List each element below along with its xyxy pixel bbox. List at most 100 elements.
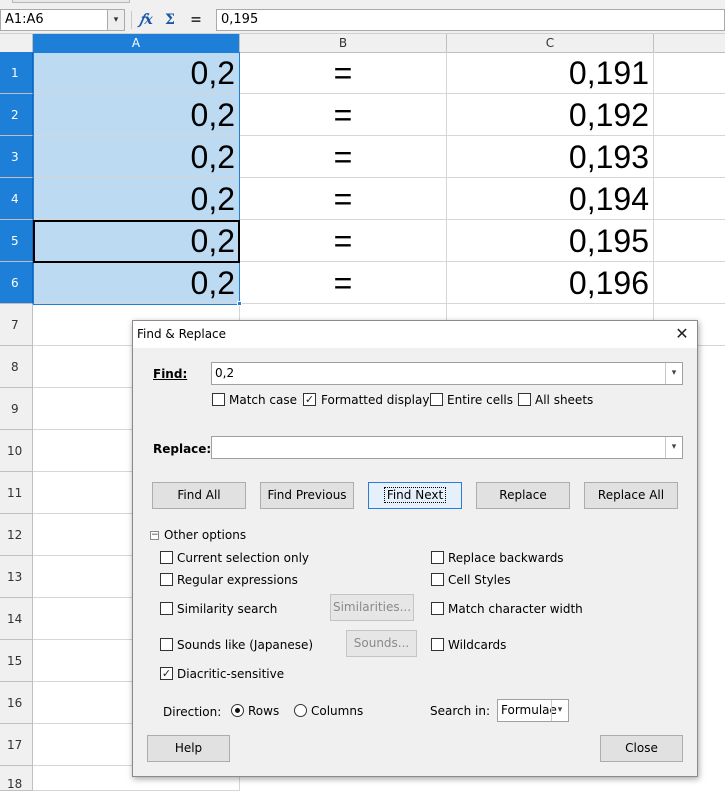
find-next-button[interactable]: Find Next [368, 482, 462, 509]
row-header[interactable]: 11 [0, 472, 33, 514]
replace-backwards-checkbox[interactable] [431, 551, 444, 564]
current-selection-only-checkbox[interactable] [160, 551, 173, 564]
row-header[interactable]: 17 [0, 724, 33, 766]
row-header[interactable]: 16 [0, 682, 33, 724]
row-header[interactable]: 1 [0, 52, 33, 94]
replace-button[interactable]: Replace [476, 482, 570, 509]
match-case-checkbox[interactable] [212, 393, 225, 406]
row-header[interactable]: 18 [0, 766, 33, 791]
other-options-label[interactable]: Other options [164, 527, 246, 543]
replace-input[interactable]: ▾ [211, 436, 683, 459]
dialog-title: Find & Replace [133, 321, 697, 348]
formula-equals-icon[interactable]: = [186, 10, 206, 30]
row-header[interactable]: 6 [0, 262, 33, 304]
cell-c3[interactable]: 0,193 [447, 136, 654, 178]
cell-d4[interactable] [654, 178, 725, 220]
diacritic-sensitive-checkbox[interactable]: ✓ [160, 667, 173, 680]
cell-d1[interactable] [654, 52, 725, 94]
regular-expressions-checkbox[interactable] [160, 573, 173, 586]
similarities-button[interactable]: Similarities... [330, 594, 414, 621]
sounds-button[interactable]: Sounds... [346, 630, 417, 657]
close-button[interactable]: Close [600, 735, 683, 762]
close-icon[interactable]: ✕ [673, 325, 691, 343]
cell-c2[interactable]: 0,192 [447, 94, 654, 136]
cell-d2[interactable] [654, 94, 725, 136]
sum-icon[interactable]: Σ [160, 10, 180, 30]
cell-a6[interactable]: 0,2 [33, 262, 240, 304]
column-header-c[interactable]: C [447, 34, 654, 53]
diacritic-sensitive-label: Diacritic-sensitive [177, 667, 285, 681]
column-header-a[interactable]: A [33, 34, 240, 53]
replace-backwards-label: Replace backwards [448, 551, 564, 565]
cell-styles-checkbox[interactable] [431, 573, 444, 586]
toolbar-edge-button[interactable] [12, 0, 130, 3]
cell-a2[interactable]: 0,2 [33, 94, 240, 136]
row-header[interactable]: 12 [0, 514, 33, 556]
current-selection-only-label: Current selection only [177, 551, 310, 565]
entire-cells-checkbox[interactable] [430, 393, 443, 406]
cell-a1[interactable]: 0,2 [33, 52, 240, 94]
find-all-button[interactable]: Find All [152, 482, 246, 509]
cell-d3[interactable] [654, 136, 725, 178]
sounds-like-label: Sounds like (Japanese) [177, 638, 314, 652]
find-previous-button[interactable]: Find Previous [260, 482, 354, 509]
find-next-label: Find Next [383, 487, 447, 503]
cell-d5[interactable] [654, 220, 725, 262]
all-sheets-checkbox[interactable] [518, 393, 531, 406]
similarity-search-checkbox[interactable] [160, 602, 173, 615]
match-character-width-checkbox[interactable] [431, 602, 444, 615]
cell-styles-label: Cell Styles [448, 573, 511, 587]
cell-b3[interactable]: = [240, 136, 447, 178]
column-header-d[interactable] [654, 34, 725, 53]
entire-cells-label: Entire cells [447, 393, 513, 407]
cell-b4[interactable]: = [240, 178, 447, 220]
cell-c1[interactable]: 0,191 [447, 52, 654, 94]
function-wizard-icon[interactable]: 𝑓x [136, 10, 156, 30]
cell-a5[interactable]: 0,2 [33, 220, 240, 262]
row-header[interactable]: 4 [0, 178, 33, 220]
cell-c5[interactable]: 0,195 [447, 220, 654, 262]
autofill-handle[interactable] [237, 301, 242, 306]
wildcards-checkbox[interactable] [431, 638, 444, 651]
row-header[interactable]: 15 [0, 640, 33, 682]
cell-d6[interactable] [654, 262, 725, 304]
cell-c6[interactable]: 0,196 [447, 262, 654, 304]
cell-b6[interactable]: = [240, 262, 447, 304]
row-header[interactable]: 9 [0, 388, 33, 430]
name-box[interactable]: A1:A6 [0, 9, 108, 31]
row-header[interactable]: 10 [0, 430, 33, 472]
column-header-b[interactable]: B [240, 34, 447, 53]
help-button[interactable]: Help [147, 735, 230, 762]
cell-b1[interactable]: = [240, 52, 447, 94]
row-header[interactable]: 2 [0, 94, 33, 136]
row-header[interactable]: 13 [0, 556, 33, 598]
direction-columns-radio[interactable] [294, 704, 307, 717]
replace-label: Replace: [153, 442, 212, 456]
cell-a3[interactable]: 0,2 [33, 136, 240, 178]
collapse-icon[interactable]: − [150, 531, 159, 540]
row-header[interactable]: 7 [0, 304, 33, 346]
direction-rows-radio[interactable] [231, 704, 244, 717]
chevron-down-icon[interactable]: ▾ [665, 363, 682, 384]
row-header[interactable]: 3 [0, 136, 33, 178]
cell-b2[interactable]: = [240, 94, 447, 136]
wildcards-label: Wildcards [448, 638, 507, 652]
match-case-label: Match case [229, 393, 298, 407]
sounds-like-checkbox[interactable] [160, 638, 173, 651]
chevron-down-icon[interactable]: ▾ [551, 700, 568, 721]
row-header[interactable]: 8 [0, 346, 33, 388]
cell-a4[interactable]: 0,2 [33, 178, 240, 220]
formatted-display-checkbox[interactable]: ✓ [303, 393, 316, 406]
select-all-corner[interactable] [0, 34, 33, 53]
formula-input[interactable]: 0,195 [216, 9, 725, 31]
cell-b5[interactable]: = [240, 220, 447, 262]
row-header[interactable]: 5 [0, 220, 33, 262]
replace-all-button[interactable]: Replace All [584, 482, 678, 509]
row-header[interactable]: 14 [0, 598, 33, 640]
name-box-dropdown-icon[interactable]: ▾ [107, 9, 125, 31]
regular-expressions-label: Regular expressions [177, 573, 298, 587]
search-in-select[interactable]: Formulae ▾ [497, 699, 569, 722]
cell-c4[interactable]: 0,194 [447, 178, 654, 220]
find-input[interactable]: 0,2 ▾ [211, 362, 683, 385]
chevron-down-icon[interactable]: ▾ [665, 437, 682, 458]
